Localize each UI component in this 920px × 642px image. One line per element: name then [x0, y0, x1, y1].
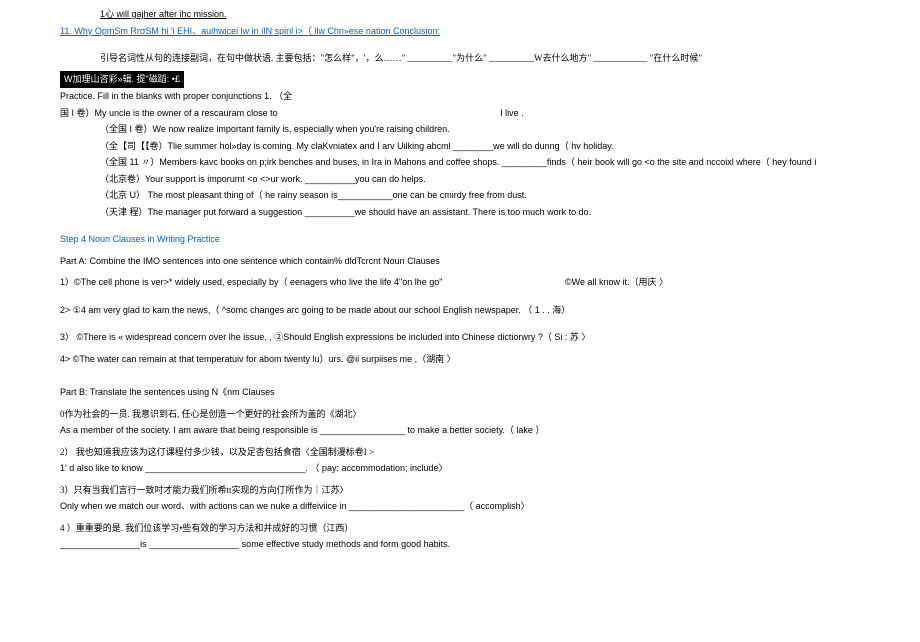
q1-right-text: ©We all know it.（用庆 〉: [565, 277, 668, 287]
partB-q3-cn: 3）只有当我们言行一致吋才能力我们所希tt实现的方向仃所作为｜江苏〉: [60, 484, 880, 498]
intro-chinese: 引导名词性从句的连接副词，在句中做状语. 主要包括："怎么样"，'，么……" _…: [60, 52, 880, 66]
partA-q2: 2> ①4 am very glad to kam the news,（ ^so…: [60, 304, 880, 318]
partA-header: Part A: Combine the IMO sentences into o…: [60, 255, 880, 269]
partB-q0-en: As a member of the society. I am aware t…: [60, 424, 880, 438]
practice-q5: （北京卷）Your support is imporumt <o <>ur wo…: [60, 173, 880, 187]
practice-q4: （全国 11 〃）Members kavc books on p;irk ben…: [60, 156, 880, 170]
black-bar-row: W加理山咨彩»辑. 提"磁蹈: •£: [60, 69, 880, 91]
partA-q3: 3） ©There is « widespread concern over l…: [60, 331, 880, 345]
conclusion-line: 11. Why OpmSm RrσSM hi 'i EHI、auihwicei …: [60, 25, 880, 39]
partB-q0-cn: 0作为社会的一员. 我意识到石, 任心是创造一个更好的社会所为盖的《湖北〉: [60, 408, 880, 422]
partB-header: Part B: Translate lhe sentences using N《…: [60, 386, 880, 400]
q1-right: I live .: [500, 107, 524, 121]
practice-q6: （北京 U） The most pleasant thing of（ he ra…: [60, 189, 880, 203]
practice-q2: （全国 I 卷）We now realize important family …: [60, 123, 880, 137]
practice-q7: （天津 程）The manager put forward a suggesti…: [60, 206, 880, 220]
practice-header: Practice. Fill in the blanks with proper…: [60, 90, 880, 104]
partB-q2-cn: 2） 我也知道我应该为这仃课程付多少钱，以及足杏包括食宿〈全国制漫标卷I >: [60, 446, 880, 460]
partA-q1: 1）©The cell phone is ver>* widely used, …: [60, 276, 880, 290]
partB-q4-cn: 4 ）重重要的是. 我们位该学习•些有效的学习方法和并成好的习惯（江西）: [60, 522, 880, 536]
black-bar-text: W加理山咨彩»辑. 提"磁蹈: •£: [60, 71, 184, 89]
partB-q2-en: 1' d also like to know _________________…: [60, 462, 880, 476]
mission-line: 1心 will gajher after ihc mission.: [60, 8, 880, 22]
partB-q3-en: Only when we match our word、with actions…: [60, 500, 880, 514]
practice-q3: （全【司【【卷）Tlie summer hol»day is coming. M…: [60, 140, 880, 154]
practice-q1: 国 I 卷）My uncle is the owner of a rescaur…: [60, 107, 880, 121]
partA-q4: 4> ©The water can remain at that tempera…: [60, 353, 880, 367]
q1-left-text: 1）©The cell phone is ver>* widely used, …: [60, 277, 442, 287]
q1-left: 国 I 卷）My uncle is the owner of a rescaur…: [60, 108, 278, 118]
step4-title: Step 4 Noun Clauses in Writing Practice: [60, 233, 880, 247]
partB-q4-en: ________________is __________________ so…: [60, 538, 880, 552]
